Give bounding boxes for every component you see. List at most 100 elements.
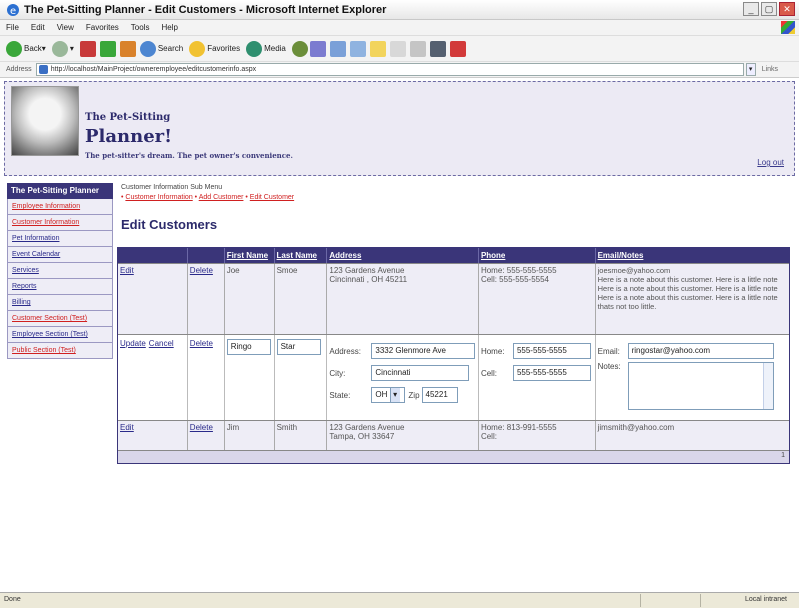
state-label: State:	[329, 390, 351, 400]
header-phone[interactable]: Phone	[479, 248, 596, 263]
table-row: Edit Delete Jim Smith 123 Gardens Avenue…	[118, 420, 789, 450]
cell-phone-input[interactable]: 555-555-5555	[512, 365, 591, 381]
site-header: The Pet-Sitting Planner! The pet-sitter'…	[4, 81, 795, 176]
address-dropdown-button[interactable]: ▾	[745, 63, 756, 76]
email-input[interactable]: ringostar@yahoo.com	[627, 343, 774, 359]
brand-line-2: Planner!	[85, 126, 173, 147]
state-value: OH	[375, 390, 388, 399]
edit-link[interactable]: Edit	[120, 423, 134, 432]
sidebar-item-billing[interactable]: Billing	[7, 295, 113, 311]
status-divider	[700, 594, 701, 607]
maximize-button[interactable]: ▢	[761, 2, 777, 16]
search-button[interactable]: Search	[139, 40, 184, 57]
mail-icon[interactable]	[309, 40, 326, 57]
last-name-cell: Smith	[275, 421, 328, 450]
back-button[interactable]: Back ▾	[6, 40, 46, 57]
address-input[interactable]: 3332 Glenmore Ave	[371, 343, 476, 359]
menu-help[interactable]: Help	[155, 23, 183, 32]
address-bar: Address http://localhost/MainProject/own…	[0, 62, 799, 78]
submenu-link-add-customer[interactable]: Add Customer	[199, 194, 244, 201]
history-icon[interactable]	[291, 40, 308, 57]
sidebar-item-pet-information[interactable]: Pet Information	[7, 231, 113, 247]
favorites-button[interactable]: Favorites	[189, 40, 240, 57]
messenger-icon[interactable]	[409, 40, 426, 57]
pager-page-number[interactable]: 1	[781, 452, 785, 459]
status-divider	[640, 594, 641, 607]
address-cell: 123 Gardens Avenue Cincinnati , OH 45211	[327, 264, 479, 334]
search-label: Search	[157, 44, 184, 53]
page-title: Edit Customers	[121, 217, 218, 232]
yahoo-icon[interactable]	[449, 40, 466, 57]
header-email-notes[interactable]: Email/Notes	[596, 248, 789, 263]
logout-link[interactable]: Log out	[757, 158, 784, 167]
delete-link[interactable]: Delete	[190, 423, 213, 432]
submenu-title: Customer Information Sub Menu	[121, 184, 223, 191]
zip-input[interactable]: 45221	[421, 387, 458, 403]
menu-file[interactable]: File	[0, 23, 25, 32]
update-link[interactable]: Update	[120, 339, 146, 348]
home-phone-input[interactable]: 555-555-5555	[512, 343, 591, 359]
brand-tagline: The pet-sitter's dream. The pet owner's …	[85, 151, 293, 160]
header-edit-col	[118, 248, 188, 263]
cancel-link[interactable]: Cancel	[149, 339, 174, 348]
submenu-links: • Customer Information • Add Customer • …	[121, 194, 295, 201]
sidebar-item-public-section[interactable]: Public Section (Test)	[7, 343, 113, 359]
close-button[interactable]: ✕	[779, 2, 795, 16]
sidebar-item-services[interactable]: Services	[7, 263, 113, 279]
refresh-icon[interactable]	[99, 40, 116, 57]
chevron-down-icon: ▾	[389, 388, 400, 402]
menu-tools[interactable]: Tools	[125, 23, 156, 32]
header-last-name[interactable]: Last Name	[275, 248, 328, 263]
state-select[interactable]: OH ▾	[371, 387, 406, 403]
city-label: City:	[329, 368, 346, 378]
research-icon[interactable]	[389, 40, 406, 57]
back-arrow-icon	[6, 40, 22, 57]
first-name-cell: Jim	[225, 421, 275, 450]
menu-edit[interactable]: Edit	[25, 23, 51, 32]
sidebar-item-reports[interactable]: Reports	[7, 279, 113, 295]
window-controls: _ ▢ ✕	[743, 2, 795, 16]
submenu-link-edit-customer[interactable]: Edit Customer	[250, 194, 294, 201]
tools-icon[interactable]	[429, 40, 446, 57]
home-icon[interactable]	[119, 40, 136, 57]
status-bar: Done Local intranet	[0, 592, 799, 608]
header-address[interactable]: Address	[327, 248, 479, 263]
folder-icon[interactable]	[369, 40, 386, 57]
table-row-editing: Update Cancel Delete Ringo Star Address: …	[118, 334, 789, 420]
links-button[interactable]: Links	[762, 66, 778, 73]
menu-favorites[interactable]: Favorites	[80, 23, 125, 32]
minimize-button[interactable]: _	[743, 2, 759, 16]
phone-cell: Home: 813-991-5555 Cell:	[479, 421, 596, 450]
print-icon[interactable]	[329, 40, 346, 57]
sidebar-item-customer-section[interactable]: Customer Section (Test)	[7, 311, 113, 327]
stop-icon[interactable]	[79, 40, 96, 57]
grid-pager-row: 1	[118, 450, 789, 463]
forward-button[interactable]: ▾	[51, 40, 74, 57]
address-input[interactable]: http://localhost/MainProject/owneremploy…	[35, 63, 744, 76]
page-icon	[38, 65, 48, 74]
first-name-input[interactable]: Ringo	[226, 339, 271, 355]
edit-page-icon[interactable]	[349, 40, 366, 57]
edit-link[interactable]: Edit	[120, 266, 134, 275]
notes-textarea[interactable]	[627, 362, 774, 410]
sidebar-item-employee-section[interactable]: Employee Section (Test)	[7, 327, 113, 343]
city-input[interactable]: Cincinnati	[371, 365, 470, 381]
email-label: Email:	[597, 346, 620, 356]
submenu-link-customer-information[interactable]: Customer Information	[125, 194, 192, 201]
delete-link[interactable]: Delete	[190, 339, 213, 348]
security-zone: Local intranet	[744, 596, 787, 603]
home-phone-label: Home:	[480, 346, 505, 356]
brand-line-1: The Pet-Sitting	[85, 112, 171, 123]
sidebar-item-customer-information[interactable]: Customer Information	[7, 215, 113, 231]
sidebar-item-employee-information[interactable]: Employee Information	[7, 199, 113, 215]
window-title: The Pet-Sitting Planner - Edit Customers…	[24, 3, 387, 16]
window-titlebar: e The Pet-Sitting Planner - Edit Custome…	[0, 0, 799, 20]
menu-view[interactable]: View	[51, 23, 80, 32]
header-first-name[interactable]: First Name	[225, 248, 275, 263]
last-name-cell: Smoe	[275, 264, 328, 334]
notes-scrollbar[interactable]	[762, 363, 773, 409]
delete-link[interactable]: Delete	[190, 266, 213, 275]
media-button[interactable]: Media	[246, 40, 286, 57]
sidebar-item-event-calendar[interactable]: Event Calendar	[7, 247, 113, 263]
last-name-input[interactable]: Star	[276, 339, 321, 355]
